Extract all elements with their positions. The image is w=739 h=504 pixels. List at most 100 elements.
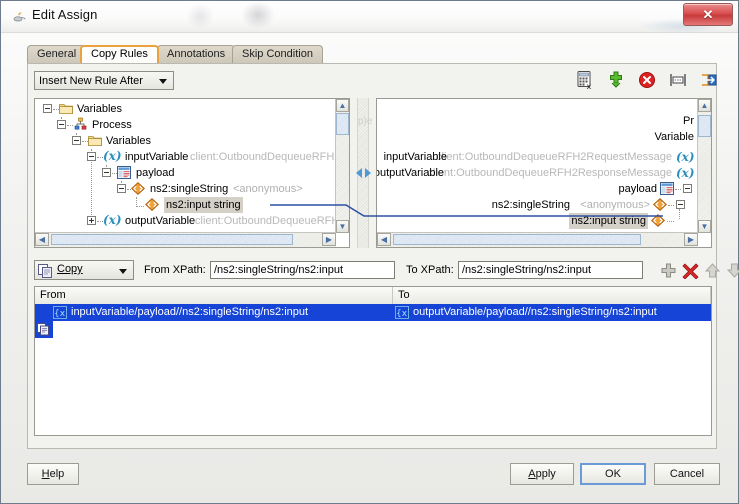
delete-rule-icon[interactable]: [636, 69, 658, 91]
element-icon: [653, 198, 667, 211]
cell-from-text: inputVariable/payload//ns2:singleString/…: [71, 306, 309, 318]
target-variable-tree[interactable]: Pr Variable client:OutboundDequeueRFH2Re…: [376, 98, 712, 248]
tree-node-type: client:OutboundDequeueRFH2RequestMessage: [435, 151, 672, 163]
insert-rule-mode-label: Insert New Rule After: [39, 75, 143, 87]
tree-splitter[interactable]: p)e: [352, 98, 374, 248]
insert-rule-mode-select[interactable]: Insert New Rule After: [34, 71, 174, 90]
close-button[interactable]: ✕: [683, 3, 733, 26]
xpath-expression-icon: {x}: [395, 306, 409, 319]
add-rule-button[interactable]: [660, 262, 677, 279]
to-xpath-input[interactable]: /ns2:singleString/ns2:input: [458, 261, 643, 279]
folder-icon: [59, 104, 73, 114]
collapse-toggle-icon[interactable]: [683, 184, 692, 193]
element-icon: [131, 182, 145, 195]
tree-node-input-string[interactable]: ns2:input string: [377, 213, 698, 229]
go-to-detail-icon[interactable]: [698, 69, 720, 91]
scroll-left-button[interactable]: ◀: [377, 233, 391, 246]
tree-node-process-clipped[interactable]: Pr: [683, 113, 694, 129]
apply-button[interactable]: Apply: [510, 463, 574, 485]
tree-node-label: Process: [92, 119, 132, 131]
expand-toggle-icon[interactable]: [87, 216, 96, 225]
collapse-toggle-icon[interactable]: [87, 152, 96, 161]
tab-skip-condition[interactable]: Skip Condition: [232, 45, 323, 63]
copy-icon: [38, 264, 52, 278]
svg-text:x: x: [587, 82, 592, 91]
cancel-button[interactable]: Cancel: [654, 463, 720, 485]
collapse-toggle-icon[interactable]: [43, 104, 52, 113]
tree-node-label: Pr: [683, 115, 694, 127]
tree-node-type: client:OutboundDequeueRFH2RequestMessage: [190, 151, 336, 163]
scroll-thumb[interactable]: [336, 113, 349, 135]
expand-all-icon[interactable]: [667, 69, 689, 91]
scroll-down-button[interactable]: ▼: [336, 220, 349, 233]
scroll-down-button[interactable]: ▼: [698, 220, 711, 233]
scroll-right-button[interactable]: ▶: [322, 233, 336, 246]
operation-select[interactable]: Copy: [34, 260, 134, 280]
column-header-to[interactable]: To: [393, 287, 711, 304]
window-title: Edit Assign: [32, 7, 98, 22]
copy-rules-panel: Insert New Rule After x Variables Proces…: [27, 63, 739, 449]
scroll-left-button[interactable]: ◀: [35, 233, 49, 246]
ok-button[interactable]: OK: [580, 463, 646, 485]
tree-node-label: inputVariable: [383, 151, 447, 163]
tree-guide: [667, 221, 674, 223]
tree-guide: [136, 206, 144, 208]
source-tree-vscrollbar[interactable]: ▲ ▼: [335, 99, 349, 233]
tree-node-label: inputVariable: [125, 151, 189, 163]
copy-rules-table[interactable]: From To {x} inputVariable/paylo: [34, 286, 712, 436]
collapse-toggle-icon[interactable]: [102, 168, 111, 177]
source-tree-hscrollbar[interactable]: ◀ ▶: [35, 232, 336, 247]
tree-node-label: Variables: [77, 103, 123, 115]
genie-lamp-icon: [13, 12, 26, 22]
insert-new-rule-icon[interactable]: [605, 69, 627, 91]
collapse-toggle-icon[interactable]: [72, 136, 81, 145]
scroll-thumb[interactable]: [51, 234, 293, 245]
scroll-up-button[interactable]: ▲: [698, 99, 711, 112]
tree-node-single-string[interactable]: <anonymous> ns2:singleString: [377, 197, 698, 219]
move-down-button[interactable]: [726, 262, 739, 279]
table-header: From To: [35, 287, 711, 305]
scroll-thumb[interactable]: [698, 115, 711, 137]
tree-node-variables-clipped[interactable]: Variable: [654, 129, 694, 145]
tree-node-type: <anonymous>: [233, 183, 303, 195]
from-xpath-value: /ns2:singleString/ns2:input: [214, 264, 344, 276]
title-bar-glare-2: [241, 1, 275, 29]
tab-annotations[interactable]: Annotations: [157, 45, 236, 63]
move-up-button[interactable]: [704, 262, 721, 279]
xpath-expression-icon: {x}: [53, 306, 67, 319]
scroll-right-button[interactable]: ▶: [684, 233, 698, 246]
source-tree-viewport: Variables Process Variables (x) inputVar…: [35, 99, 336, 233]
scroll-thumb[interactable]: [393, 234, 641, 245]
svg-text:{x}: {x}: [396, 309, 409, 319]
target-tree-hscrollbar[interactable]: ◀ ▶: [377, 232, 698, 247]
delete-rule-button[interactable]: [682, 262, 699, 279]
collapse-right-arrow-icon[interactable]: [364, 168, 371, 178]
help-button[interactable]: Help: [27, 463, 79, 485]
from-xpath-input[interactable]: /ns2:singleString/ns2:input: [210, 261, 395, 279]
tree-node-output-variable[interactable]: client:OutboundDequeueRFH2ResponseMessag…: [377, 165, 698, 181]
target-tree-vscrollbar[interactable]: ▲ ▼: [697, 99, 711, 233]
svg-text:(x): (x): [103, 149, 122, 163]
tab-copy-rules[interactable]: Copy Rules: [80, 45, 159, 63]
table-row[interactable]: {x} inputVariable/payload//ns2:singleStr…: [35, 304, 711, 338]
tree-node-input-variable[interactable]: client:OutboundDequeueRFH2RequestMessage…: [377, 149, 698, 165]
collapse-toggle-icon[interactable]: [676, 200, 685, 209]
collapse-toggle-icon[interactable]: [117, 184, 126, 193]
tree-node-label: ns2:singleString: [491, 199, 570, 211]
from-xpath-label: From XPath:: [144, 264, 206, 276]
apply-button-label-rest: pply: [535, 468, 556, 480]
collapse-left-arrow-icon[interactable]: [356, 168, 363, 178]
source-variable-tree[interactable]: Variables Process Variables (x) inputVar…: [34, 98, 350, 248]
tree-node-label: outputVariable: [125, 215, 196, 227]
tree-node-payload[interactable]: payload: [377, 181, 698, 197]
scroll-up-button[interactable]: ▲: [336, 99, 349, 112]
row-gutter: [35, 321, 53, 338]
variable-x-icon: (x): [103, 213, 122, 227]
xslt-transform-icon[interactable]: x: [574, 69, 596, 91]
variable-x-icon: (x): [676, 166, 694, 179]
tree-node-label: outputVariable: [377, 167, 444, 179]
variable-x-icon: (x): [676, 150, 694, 163]
column-header-from[interactable]: From: [35, 287, 393, 304]
tab-general[interactable]: General: [27, 45, 87, 63]
collapse-toggle-icon[interactable]: [57, 120, 66, 129]
